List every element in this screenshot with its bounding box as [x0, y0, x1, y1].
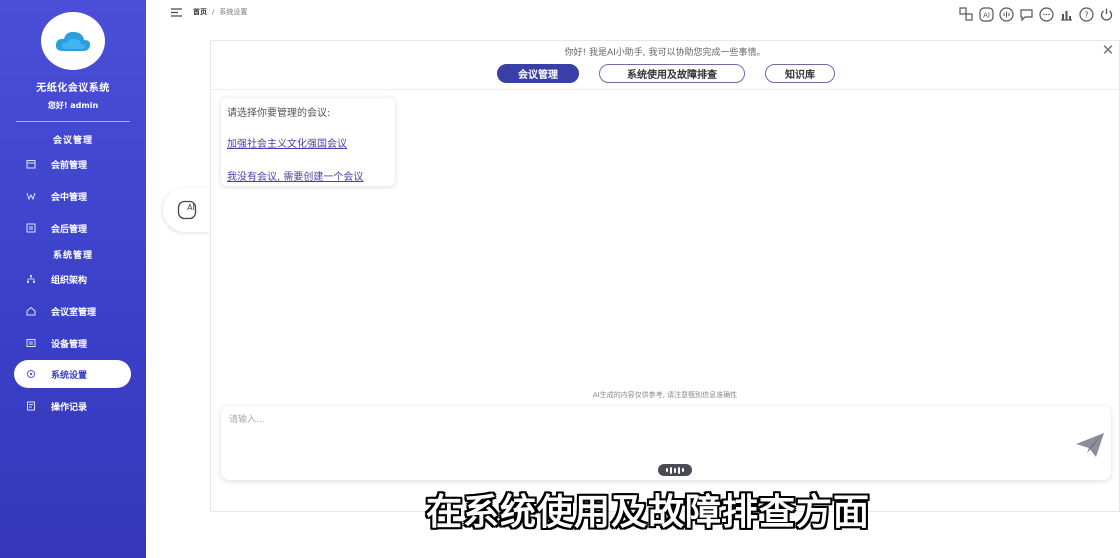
svg-text:?: ?	[1084, 10, 1088, 19]
user-greeting: 您好! admin	[47, 101, 99, 110]
sidebar-item-label: 系统设置	[51, 370, 88, 381]
logo	[41, 12, 105, 70]
device-icon	[25, 337, 37, 349]
tab-meeting-management[interactable]: 会议管理	[497, 64, 579, 83]
org-icon	[25, 273, 37, 285]
group-title-meeting: 会议管理	[52, 136, 93, 146]
ai-icon[interactable]: AI	[978, 6, 994, 22]
ai-float-label: AI	[187, 203, 195, 212]
sidebar-item-post-meeting[interactable]: 会后管理	[14, 214, 131, 242]
settings-icon	[25, 368, 37, 380]
group-title-system: 系统管理	[52, 251, 93, 261]
chat-icon[interactable]	[1018, 6, 1034, 22]
help-icon[interactable]: ?	[1078, 6, 1094, 22]
bubble-prompt: 请选择你要管理的会议:	[227, 108, 331, 119]
create-meeting-link[interactable]: 我没有会议, 需要创建一个会议	[227, 168, 389, 183]
cloud-logo-icon	[55, 31, 91, 51]
archive-icon	[25, 222, 37, 234]
assistant-message-bubble: 请选择你要管理的会议: 加强社会主义文化强国会议 我没有会议, 需要创建一个会议	[221, 98, 395, 186]
close-icon[interactable]: ✕	[1101, 41, 1115, 59]
breadcrumb-home[interactable]: 首页	[193, 7, 207, 17]
video-subtitle: 在系统使用及故障排查方面	[425, 492, 870, 533]
send-icon[interactable]	[1073, 430, 1107, 460]
log-icon	[25, 400, 37, 412]
room-icon	[25, 305, 37, 317]
sidebar-item-rooms[interactable]: 会议室管理	[14, 297, 131, 325]
app-title: 无纸化会议系统	[36, 83, 110, 94]
sidebar: 无纸化会议系统 您好! admin 会议管理 会前管理 会中管理 会后管理 系统…	[0, 0, 146, 558]
sidebar-item-label: 操作记录	[51, 402, 88, 413]
breadcrumb: 首页 / 系统设置	[193, 7, 247, 17]
ai-assistant-toggle[interactable]: AI	[163, 188, 211, 232]
sidebar-item-org[interactable]: 组织架构	[14, 265, 131, 293]
ai-chat-panel: 你好! 我是AI小助手, 我可以协助您完成一些事情。 ✕ 会议管理 系统使用及故…	[210, 40, 1120, 512]
calendar-icon	[25, 158, 37, 170]
sidebar-item-label: 设备管理	[51, 339, 88, 350]
meeting-icon	[25, 190, 37, 202]
assistant-greeting: 你好! 我是AI小助手, 我可以协助您完成一些事情。	[564, 48, 766, 58]
tab-system-troubleshooting[interactable]: 系统使用及故障排查	[599, 64, 745, 83]
breadcrumb-separator: /	[212, 8, 215, 16]
translate-icon[interactable]	[958, 6, 974, 22]
menu-toggle-icon[interactable]	[170, 6, 182, 18]
stats-icon[interactable]	[1058, 6, 1074, 22]
tab-divider	[211, 89, 1119, 90]
sidebar-divider	[16, 121, 130, 122]
chat-input-box	[221, 406, 1111, 480]
sidebar-item-in-meeting[interactable]: 会中管理	[14, 182, 131, 210]
header-toolbar: AI ?	[958, 6, 1114, 22]
message-icon[interactable]	[1038, 6, 1054, 22]
sidebar-item-label: 会前管理	[51, 160, 88, 171]
sidebar-item-label: 会后管理	[51, 224, 88, 235]
sidebar-item-label: 会议室管理	[51, 307, 97, 318]
svg-text:AI: AI	[983, 11, 990, 19]
sidebar-item-logs[interactable]: 操作记录	[14, 392, 131, 420]
sidebar-item-pre-meeting[interactable]: 会前管理	[14, 150, 131, 178]
chat-input[interactable]	[229, 410, 1049, 430]
sidebar-item-label: 会中管理	[51, 192, 88, 203]
breadcrumb-current: 系统设置	[219, 8, 248, 16]
voice-icon[interactable]	[998, 6, 1014, 22]
sidebar-item-label: 组织架构	[51, 275, 88, 286]
ai-disclaimer: AI生成的内容仅供参考, 请注意甄别信息准确性	[592, 391, 738, 399]
meeting-option-link[interactable]: 加强社会主义文化强国会议	[227, 135, 389, 150]
voice-input-icon[interactable]	[658, 464, 692, 476]
tab-knowledge-base[interactable]: 知识库	[765, 64, 835, 83]
power-icon[interactable]	[1098, 6, 1114, 22]
sidebar-item-settings[interactable]: 系统设置	[14, 360, 131, 388]
sidebar-item-devices[interactable]: 设备管理	[14, 329, 131, 357]
